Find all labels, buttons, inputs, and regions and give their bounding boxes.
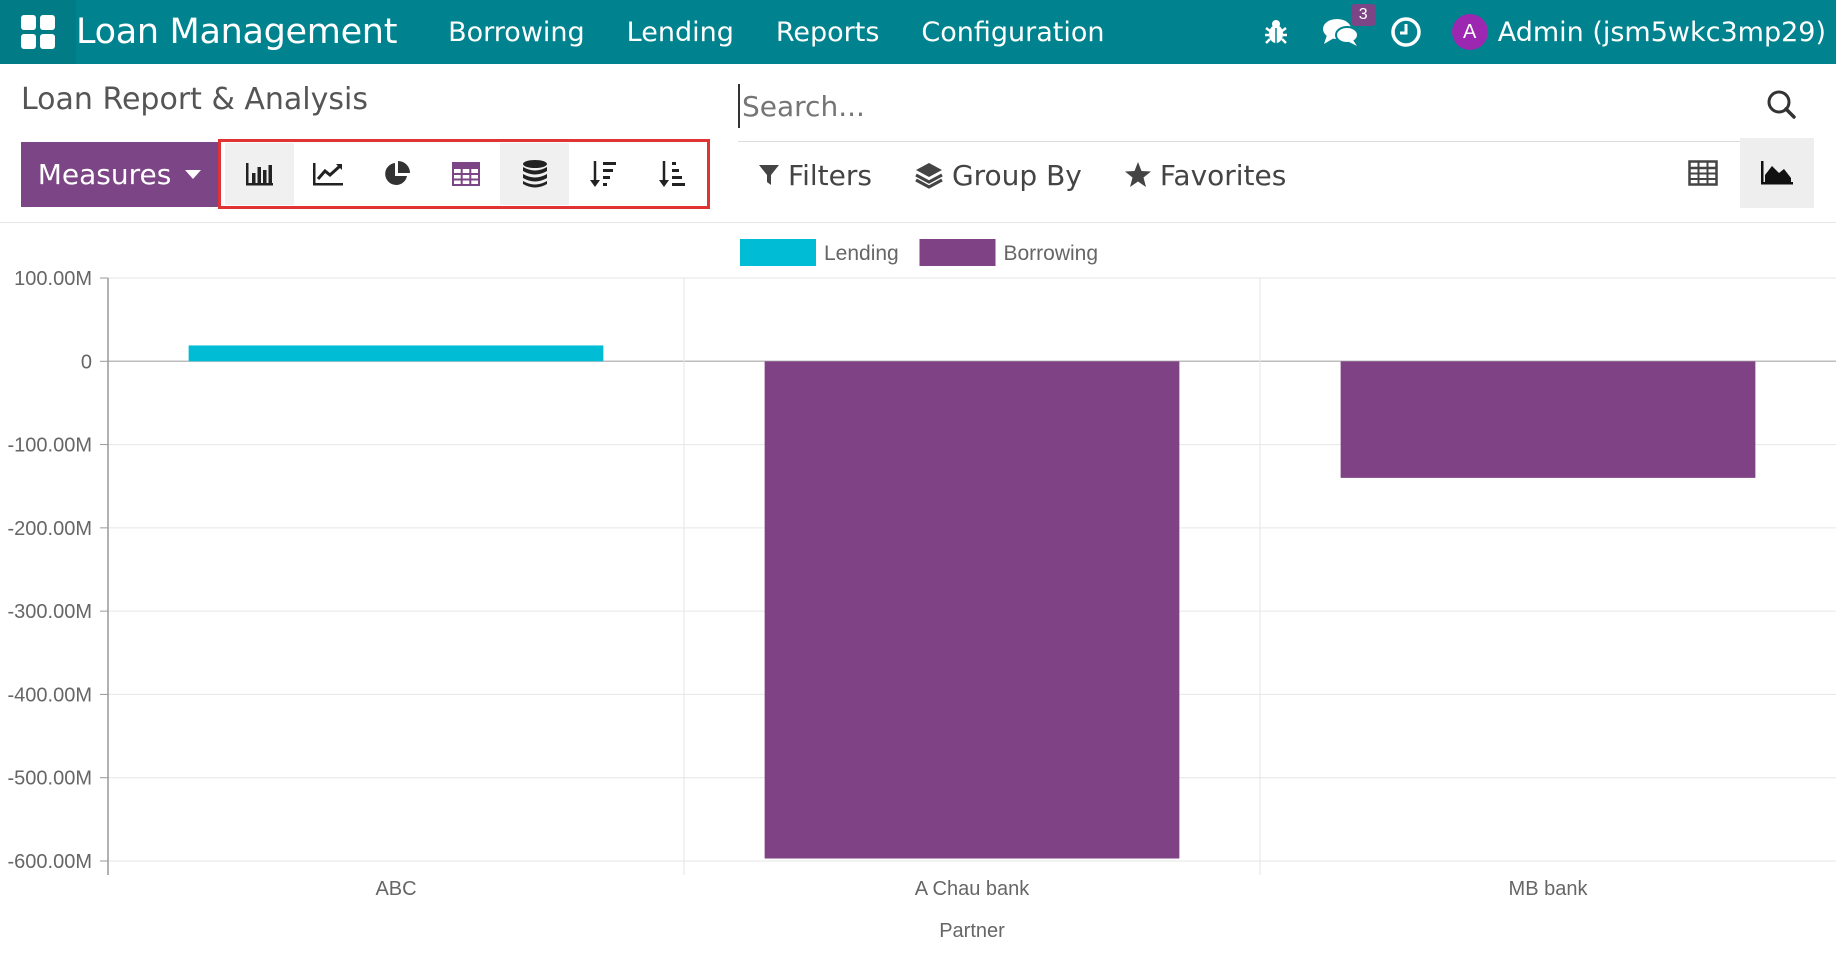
measures-dropdown-button[interactable]: Measures xyxy=(21,142,218,207)
y-tick-label: -600.00M xyxy=(8,851,93,873)
view-switcher xyxy=(1666,138,1814,208)
chart-bars xyxy=(188,345,1756,859)
chart-toolbar xyxy=(218,139,710,209)
x-tick-label: MB bank xyxy=(1509,878,1589,900)
debug-button[interactable] xyxy=(1246,0,1306,64)
x-tick-label: ABC xyxy=(375,878,416,900)
line-chart-icon xyxy=(313,163,344,186)
y-tick-label: 0 xyxy=(81,351,92,373)
area-chart-icon xyxy=(1761,161,1793,185)
legend-swatch-borrowing[interactable] xyxy=(919,239,996,266)
clock-icon xyxy=(1390,17,1421,47)
legend-label-borrowing[interactable]: Borrowing xyxy=(1004,242,1099,265)
filters-button[interactable]: Filters xyxy=(758,159,872,192)
favorites-button[interactable]: Favorites xyxy=(1124,159,1286,192)
app-brand[interactable]: Loan Management xyxy=(76,12,397,52)
pivot-view-button[interactable] xyxy=(1666,138,1740,208)
y-tick-label: -200.00M xyxy=(8,518,93,540)
y-tick-label: -500.00M xyxy=(8,768,93,790)
menu-reports[interactable]: Reports xyxy=(776,17,880,48)
line-chart-button[interactable] xyxy=(294,143,363,205)
chart-legend: Lending Borrowing xyxy=(740,239,1098,266)
messages-badge: 3 xyxy=(1350,4,1376,26)
user-menu[interactable]: Admin (jsm5wkc3mp29) xyxy=(1498,17,1826,48)
favorites-label: Favorites xyxy=(1159,158,1287,192)
legend-swatch-lending[interactable] xyxy=(740,239,816,266)
sort-ascending-button[interactable] xyxy=(638,143,707,205)
messages-button[interactable]: 3 xyxy=(1306,0,1376,64)
menu-lending[interactable]: Lending xyxy=(627,17,734,48)
search-input[interactable] xyxy=(738,84,1814,128)
y-tick-label: 100.00M xyxy=(14,268,92,290)
pie-chart-button[interactable] xyxy=(363,143,432,205)
page-title: Loan Report & Analysis xyxy=(21,82,368,117)
stacked-button[interactable] xyxy=(500,143,570,205)
y-axis: 100.00M 0 -100.00M -200.00M -300.00M -400.00M… xyxy=(8,268,109,875)
group-by-button[interactable]: Group By xyxy=(914,159,1082,192)
stacked-icon xyxy=(522,160,547,188)
filter-icon xyxy=(759,165,779,185)
y-tick-label: -400.00M xyxy=(8,684,93,706)
group-by-label: Group By xyxy=(951,158,1082,192)
bar-chart-icon xyxy=(246,163,274,186)
star-icon xyxy=(1124,162,1151,187)
y-tick-label: -100.00M xyxy=(8,435,93,457)
x-axis-title: Partner xyxy=(939,920,1005,942)
legend-label-lending[interactable]: Lending xyxy=(824,242,899,265)
menu-configuration[interactable]: Configuration xyxy=(921,17,1104,48)
search-icon[interactable] xyxy=(1760,84,1804,128)
control-panel-divider xyxy=(0,222,1836,223)
measures-label: Measures xyxy=(37,158,172,191)
pie-chart-icon xyxy=(385,161,411,185)
menu-borrowing[interactable]: Borrowing xyxy=(448,17,585,48)
sort-descending-button[interactable] xyxy=(569,143,638,205)
top-navbar: Loan Management Borrowing Lending Report… xyxy=(0,0,1836,64)
apps-menu-button[interactable] xyxy=(0,0,76,64)
bar-borrowing-mb-bank[interactable] xyxy=(1340,361,1756,478)
search-bar xyxy=(738,84,1814,142)
x-axis: ABC A Chau bank MB bank xyxy=(375,878,1588,900)
graph-view-button[interactable] xyxy=(1740,138,1814,208)
x-tick-label: A Chau bank xyxy=(915,878,1031,900)
bug-icon xyxy=(1264,20,1287,44)
bar-lending-abc[interactable] xyxy=(188,345,604,362)
sort-ascending-icon xyxy=(658,161,685,187)
sort-descending-icon xyxy=(589,161,616,187)
table-icon xyxy=(452,162,480,186)
graph-chart: Lending Borrowing 100.00M 0 -100.00M -200.00… xyxy=(8,239,1836,942)
activities-button[interactable] xyxy=(1376,0,1436,64)
bar-chart-button[interactable] xyxy=(225,143,294,205)
y-tick-label: -300.00M xyxy=(8,601,93,623)
navbar-systray: 3 A Admin (jsm5wkc3mp29) xyxy=(1246,0,1826,64)
layers-icon xyxy=(915,163,943,189)
bar-borrowing-a-chau-bank[interactable] xyxy=(764,361,1180,859)
apps-grid-icon xyxy=(21,15,55,49)
caret-down-icon xyxy=(185,170,202,179)
table-icon xyxy=(1688,160,1718,186)
search-options: Filters Group By Favorites xyxy=(758,150,1328,200)
filters-label: Filters xyxy=(788,158,872,192)
pivot-table-button[interactable] xyxy=(432,143,501,205)
avatar[interactable]: A xyxy=(1451,14,1488,50)
